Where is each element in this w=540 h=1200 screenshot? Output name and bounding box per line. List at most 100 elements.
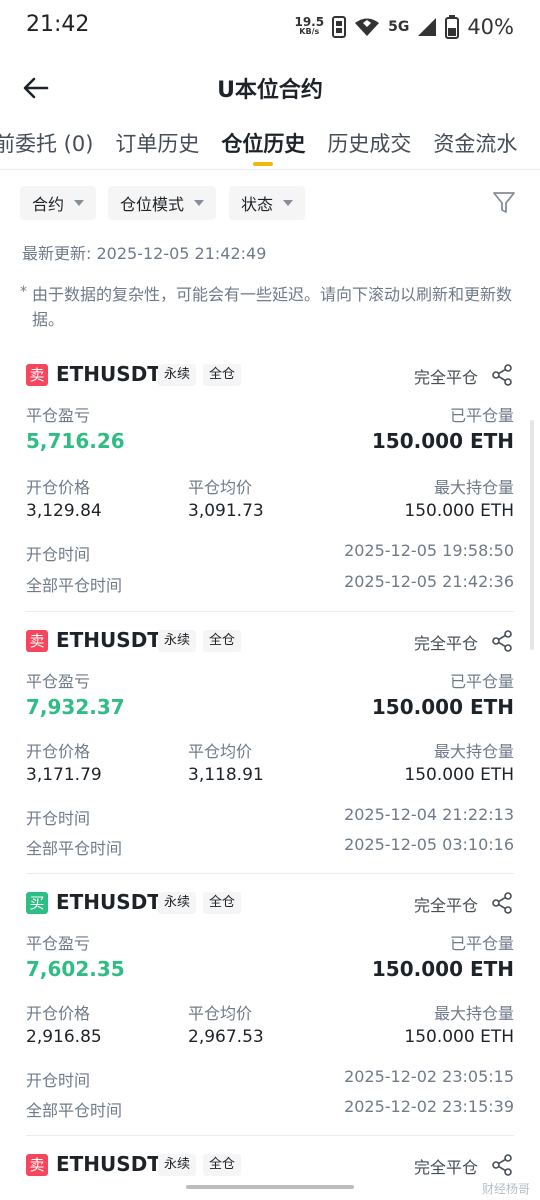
status-filter[interactable]: 状态 — [229, 186, 306, 220]
close-avg-value: 3,118.91 — [188, 765, 264, 785]
full-close-time-label: 全部平仓时间 — [26, 1101, 123, 1120]
pnl-value: 7,602.35 — [26, 957, 125, 981]
pnl-value: 5,716.26 — [26, 429, 125, 453]
contract-filter[interactable]: 合约 — [20, 186, 97, 220]
cross-margin-tag: 全仓 — [203, 364, 242, 386]
pnl-label: 平仓盈亏 — [26, 934, 91, 953]
max-hold-label: 最大持仓量 — [433, 742, 514, 761]
close-avg-value: 2,967.53 — [188, 1027, 264, 1047]
contract-filter-label: 合约 — [32, 195, 65, 214]
card-divider — [26, 873, 514, 874]
perpetual-tag: 永续 — [158, 364, 197, 386]
max-hold-label: 最大持仓量 — [433, 478, 514, 497]
card-header: 卖 ETHUSDT 永续 全仓 完全平仓 — [26, 628, 514, 654]
closed-qty-label: 已平仓量 — [449, 406, 514, 425]
last-updated: 最新更新: 2025-12-05 21:42:49 — [22, 244, 267, 263]
side-badge: 卖 — [26, 1154, 48, 1176]
close-avg-label: 平仓均价 — [188, 742, 253, 761]
position-card[interactable]: 卖 ETHUSDT 永续 全仓 完全平仓 平仓盈亏 已平仓量 5,716.26 … — [26, 362, 514, 602]
caret-down-icon — [194, 200, 205, 206]
position-card[interactable]: 买 ETHUSDT 永续 全仓 完全平仓 平仓盈亏 已平仓量 7,602.35 … — [26, 890, 514, 1130]
status-bar: 21:42 19.5 KB/s 5G 40% — [0, 0, 540, 56]
symbol: ETHUSDT — [56, 1152, 161, 1176]
status-filter-label: 状态 — [241, 195, 274, 214]
wifi-icon — [354, 17, 380, 37]
watermark: 财经杨哥 — [481, 1182, 530, 1196]
pnl-label: 平仓盈亏 — [26, 406, 91, 425]
full-close-time-label: 全部平仓时间 — [26, 576, 123, 595]
tab-bar: 前委托 (0) 订单历史 仓位历史 历史成交 资金流水 — [0, 122, 540, 170]
closed-qty-label: 已平仓量 — [449, 672, 514, 691]
side-badge: 买 — [26, 892, 48, 914]
close-type: 完全平仓 — [413, 368, 478, 387]
share-button[interactable] — [490, 891, 514, 915]
open-time-label: 开仓时间 — [26, 545, 91, 564]
open-time-label: 开仓时间 — [26, 1071, 91, 1090]
card-header: 卖 ETHUSDT 永续 全仓 完全平仓 — [26, 362, 514, 388]
position-card[interactable]: 卖 ETHUSDT 永续 全仓 完全平仓 平仓盈亏 已平仓量 7,932.37 … — [26, 628, 514, 868]
full-close-time-value: 2025-12-05 21:42:36 — [344, 572, 514, 591]
signal-icon — [417, 17, 437, 37]
app-header: U本位合约 — [0, 62, 540, 114]
note-text: 由于数据的复杂性，可能会有一些延迟。请向下滚动以刷新和更新数据。 — [32, 285, 513, 329]
network-type: 5G — [388, 19, 410, 35]
cross-margin-tag: 全仓 — [203, 892, 242, 914]
tab-position-history[interactable]: 仓位历史 — [221, 128, 305, 168]
open-price-label: 开仓价格 — [26, 478, 91, 497]
open-price-value: 2,916.85 — [26, 1027, 102, 1047]
open-price-label: 开仓价格 — [26, 1004, 91, 1023]
max-hold-value: 150.000 ETH — [404, 501, 514, 521]
close-avg-value: 3,091.73 — [188, 501, 264, 521]
net-speed: 19.5 KB/s — [294, 15, 325, 37]
battery-percent: 40% — [467, 15, 514, 39]
open-price-label: 开仓价格 — [26, 742, 91, 761]
net-speed-value: 19.5 — [294, 15, 325, 29]
share-icon — [492, 364, 512, 386]
perpetual-tag: 永续 — [158, 892, 197, 914]
cross-margin-tag: 全仓 — [203, 1154, 242, 1176]
closed-qty-value: 150.000 ETH — [371, 695, 514, 719]
card-header: 卖 ETHUSDT 永续 全仓 完全平仓 — [26, 1152, 514, 1178]
position-mode-filter[interactable]: 仓位模式 — [108, 186, 217, 220]
share-icon — [492, 892, 512, 914]
closed-qty-value: 150.000 ETH — [371, 429, 514, 453]
caret-down-icon — [74, 200, 85, 206]
symbol: ETHUSDT — [56, 362, 161, 386]
open-time-value: 2025-12-02 23:05:15 — [344, 1067, 514, 1086]
page-title: U本位合约 — [217, 78, 323, 103]
position-card[interactable]: 卖 ETHUSDT 永续 全仓 完全平仓 — [26, 1152, 514, 1182]
closed-qty-value: 150.000 ETH — [371, 957, 514, 981]
share-icon — [492, 630, 512, 652]
card-divider — [26, 1135, 514, 1136]
open-price-value: 3,129.84 — [26, 501, 102, 521]
status-time: 21:42 — [26, 12, 90, 37]
perpetual-tag: 永续 — [158, 630, 197, 652]
battery-icon — [445, 15, 460, 39]
funnel-icon — [493, 192, 515, 213]
scrollbar[interactable] — [530, 420, 534, 650]
tab-trade-history[interactable]: 历史成交 — [327, 128, 411, 168]
max-hold-label: 最大持仓量 — [433, 1004, 514, 1023]
tab-funding-flow[interactable]: 资金流水 — [433, 128, 517, 168]
close-avg-label: 平仓均价 — [188, 1004, 253, 1023]
filter-button[interactable] — [492, 190, 516, 216]
filter-bar: 合约 仓位模式 状态 — [20, 186, 520, 220]
pnl-label: 平仓盈亏 — [26, 672, 91, 691]
closed-qty-label: 已平仓量 — [449, 934, 514, 953]
tab-order-history[interactable]: 订单历史 — [115, 128, 199, 168]
open-time-label: 开仓时间 — [26, 809, 91, 828]
open-time-value: 2025-12-05 19:58:50 — [344, 541, 514, 560]
max-hold-value: 150.000 ETH — [404, 1027, 514, 1047]
symbol: ETHUSDT — [56, 890, 161, 914]
nfc-icon — [332, 16, 347, 38]
tab-open-orders[interactable]: 前委托 (0) — [0, 128, 93, 168]
max-hold-value: 150.000 ETH — [404, 765, 514, 785]
card-divider — [26, 611, 514, 612]
home-indicator[interactable] — [186, 1185, 354, 1189]
delay-note: * 由于数据的复杂性，可能会有一些延迟。请向下滚动以刷新和更新数据。 — [20, 282, 522, 332]
share-button[interactable] — [490, 1153, 514, 1177]
symbol: ETHUSDT — [56, 628, 161, 652]
share-button[interactable] — [490, 363, 514, 387]
share-icon — [492, 1154, 512, 1176]
share-button[interactable] — [490, 629, 514, 653]
